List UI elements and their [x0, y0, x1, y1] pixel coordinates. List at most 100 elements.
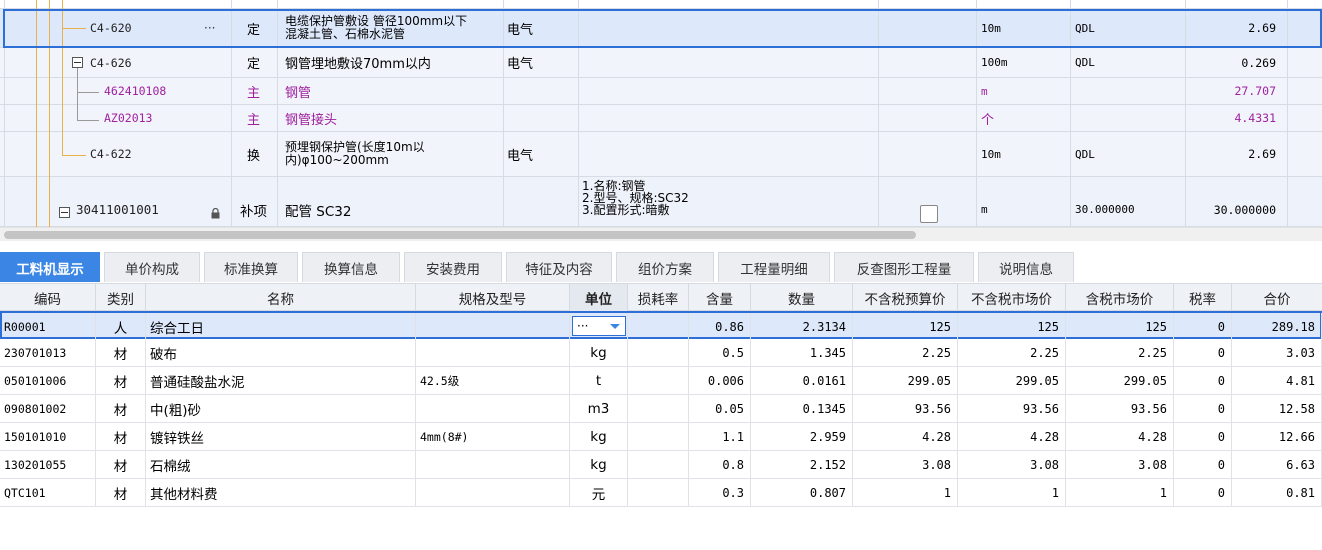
tab-pricing-scheme[interactable]: 组价方案: [616, 252, 714, 282]
cell-spec[interactable]: [416, 479, 570, 506]
cell-market-price-tax[interactable]: 299.05: [1066, 367, 1174, 394]
col-code[interactable]: 编码: [0, 284, 96, 311]
cell-quantity[interactable]: 2.3134: [751, 313, 853, 340]
cell-category[interactable]: 人: [96, 313, 146, 340]
cell-loss-rate[interactable]: [628, 395, 689, 422]
cell-name[interactable]: 普通硅酸盐水泥: [146, 367, 416, 394]
col-tax-rate[interactable]: 税率: [1174, 284, 1232, 311]
cell-market-price-tax[interactable]: 93.56: [1066, 395, 1174, 422]
cell-total[interactable]: 3.03: [1232, 339, 1322, 366]
cell-tax-rate[interactable]: 0: [1174, 313, 1232, 340]
more-button[interactable]: ···: [204, 9, 224, 47]
cell-category[interactable]: 材: [96, 339, 146, 366]
cell-name[interactable]: 综合工日: [146, 313, 416, 340]
unit-dropdown[interactable]: ···: [572, 316, 626, 336]
table-row[interactable]: R00001 人综合工日 ··· 0.86 2.3134 125 125 125 0 289.18: [0, 311, 1322, 340]
tab-standard-conversion[interactable]: 标准换算: [204, 252, 298, 282]
col-spec[interactable]: 规格及型号: [416, 284, 570, 311]
cell-content[interactable]: 0.86: [689, 313, 751, 340]
tree-row-c4-620[interactable]: C4-620 ··· 定 电缆保护管敷设 管径100mm以下 混凝土管、石棉水泥…: [0, 9, 1322, 48]
cell-content[interactable]: 0.5: [689, 339, 751, 366]
chevron-down-icon[interactable]: [610, 324, 620, 329]
cell-code[interactable]: QTC101: [0, 479, 96, 506]
table-row[interactable]: 050101006 材普通硅酸盐水泥 42.5级 t 0.006 0.0161 299.05…: [0, 367, 1322, 395]
cell-total[interactable]: 12.66: [1232, 423, 1322, 450]
cell-unit[interactable]: kg: [570, 423, 628, 450]
cell-unit[interactable]: 元: [570, 479, 628, 506]
cell-market-price-tax[interactable]: 125: [1066, 313, 1174, 340]
cell-unit[interactable]: m3: [570, 395, 628, 422]
cell-total[interactable]: 289.18: [1232, 313, 1322, 340]
cell-tax-rate[interactable]: 0: [1174, 423, 1232, 450]
col-budget-price[interactable]: 不含税预算价: [853, 284, 958, 311]
cell-budget-price[interactable]: 3.08: [853, 451, 958, 478]
col-category[interactable]: 类别: [96, 284, 146, 311]
table-row[interactable]: 130201055 材石棉绒 kg 0.8 2.152 3.08 3.08 3.08 0 6.63: [0, 451, 1322, 479]
col-quantity[interactable]: 数量: [751, 284, 853, 311]
cell-loss-rate[interactable]: [628, 313, 689, 340]
tree-row-c4-622[interactable]: C4-622 换 预埋钢保护管(长度10m以 内)φ100~200mm 电气 1…: [0, 132, 1322, 177]
table-row[interactable]: 230701013 材破布 kg 0.5 1.345 2.25 2.25 2.25 0 3.03: [0, 339, 1322, 367]
cell-code[interactable]: 130201055: [0, 451, 96, 478]
cell-code[interactable]: 150101010: [0, 423, 96, 450]
collapse-icon[interactable]: [72, 57, 83, 68]
cell-total[interactable]: 4.81: [1232, 367, 1322, 394]
collapse-icon[interactable]: [59, 207, 70, 218]
horizontal-scrollbar[interactable]: [0, 227, 1322, 241]
cell-total[interactable]: 6.63: [1232, 451, 1322, 478]
cell-tax-rate[interactable]: 0: [1174, 451, 1232, 478]
cell-category[interactable]: 材: [96, 451, 146, 478]
cell-tax-rate[interactable]: 0: [1174, 395, 1232, 422]
tree-row-30411001001[interactable]: 30411001001 补项 配管 SC32 1.名称:钢管 2.型号、规格:S…: [0, 177, 1322, 227]
cell-market-price-tax[interactable]: 2.25: [1066, 339, 1174, 366]
cell-spec[interactable]: [416, 451, 570, 478]
cell-budget-price[interactable]: 4.28: [853, 423, 958, 450]
cell-market-price[interactable]: 93.56: [958, 395, 1066, 422]
cell-content[interactable]: 0.006: [689, 367, 751, 394]
cell-market-price[interactable]: 299.05: [958, 367, 1066, 394]
cell-name[interactable]: 中(粗)砂: [146, 395, 416, 422]
tab-description[interactable]: 说明信息: [978, 252, 1074, 282]
cell-quantity[interactable]: 2.959: [751, 423, 853, 450]
cell-name[interactable]: 镀锌铁丝: [146, 423, 416, 450]
tab-quantity-detail[interactable]: 工程量明细: [718, 252, 830, 282]
cell-quantity[interactable]: 1.345: [751, 339, 853, 366]
col-unit[interactable]: 单位: [570, 284, 628, 311]
tab-unit-price-composition[interactable]: 单价构成: [104, 252, 200, 282]
col-content[interactable]: 含量: [689, 284, 751, 311]
cell-name[interactable]: 破布: [146, 339, 416, 366]
row-checkbox[interactable]: [920, 205, 938, 223]
col-market-price-tax[interactable]: 含税市场价: [1066, 284, 1174, 311]
cell-budget-price[interactable]: 2.25: [853, 339, 958, 366]
col-name[interactable]: 名称: [146, 284, 416, 311]
cell-loss-rate[interactable]: [628, 451, 689, 478]
tab-labor-material-machine[interactable]: 工料机显示: [0, 252, 100, 282]
col-loss-rate[interactable]: 损耗率: [628, 284, 689, 311]
cell-market-price[interactable]: 2.25: [958, 339, 1066, 366]
col-total[interactable]: 合价: [1232, 284, 1322, 311]
table-row[interactable]: 090801002 材中(粗)砂 m3 0.05 0.1345 93.56 93.56 93.…: [0, 395, 1322, 423]
cell-market-price-tax[interactable]: 1: [1066, 479, 1174, 506]
cell-market-price[interactable]: 4.28: [958, 423, 1066, 450]
cell-market-price[interactable]: 3.08: [958, 451, 1066, 478]
cell-category[interactable]: 材: [96, 367, 146, 394]
cell-unit[interactable]: kg: [570, 451, 628, 478]
tab-reverse-graphic-quantity[interactable]: 反查图形工程量: [834, 252, 974, 282]
cell-code[interactable]: 090801002: [0, 395, 96, 422]
cell-loss-rate[interactable]: [628, 339, 689, 366]
cell-content[interactable]: 1.1: [689, 423, 751, 450]
cell-total[interactable]: 12.58: [1232, 395, 1322, 422]
cell-loss-rate[interactable]: [628, 423, 689, 450]
cell-quantity[interactable]: 0.0161: [751, 367, 853, 394]
tree-row-az02013[interactable]: AZ02013 主 钢管接头 个 4.4331: [0, 105, 1322, 132]
cell-loss-rate[interactable]: [628, 479, 689, 506]
cell-market-price[interactable]: 125: [958, 313, 1066, 340]
table-row[interactable]: 150101010 材镀锌铁丝 4mm(8#) kg 1.1 2.959 4.28 4.28 4…: [0, 423, 1322, 451]
cell-name[interactable]: 其他材料费: [146, 479, 416, 506]
cell-name[interactable]: 石棉绒: [146, 451, 416, 478]
cell-quantity[interactable]: 2.152: [751, 451, 853, 478]
cell-content[interactable]: 0.8: [689, 451, 751, 478]
cell-category[interactable]: 材: [96, 423, 146, 450]
cell-loss-rate[interactable]: [628, 367, 689, 394]
cell-spec[interactable]: [416, 395, 570, 422]
